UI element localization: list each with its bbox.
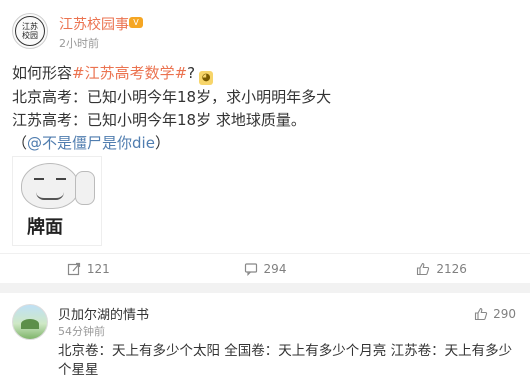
comment-icon [244, 262, 257, 276]
like-button[interactable]: 2126 [353, 254, 530, 283]
meme-thumbs-up-hand [75, 171, 95, 205]
weibo-post: 江苏 校园 江苏校园事 V 2小时前 如何形容#江苏高考数学#? ◕ 北京高考：已… [0, 0, 530, 283]
comment-like-button[interactable]: 290 [474, 307, 516, 321]
thumbs-up-icon [417, 262, 430, 275]
meme-image[interactable]: 牌面 [12, 156, 102, 246]
mention-link[interactable]: @不是僵尸是你die [27, 134, 155, 152]
author-avatar[interactable]: 江苏 校园 [12, 13, 48, 49]
post-text-line-2: 北京高考：已知小明今年18岁，求小明明年多大 [12, 88, 332, 106]
meme-mouth [36, 192, 64, 200]
commenter-name[interactable]: 贝加尔湖的情书 [58, 304, 149, 323]
meme-face [21, 163, 79, 209]
meme-right-eye [56, 178, 66, 184]
post-text-line-1: 如何形容#江苏高考数学#? ◕ [12, 62, 214, 85]
repost-icon [67, 262, 80, 275]
section-divider [0, 283, 530, 293]
avatar-seal: 江苏 校园 [15, 16, 45, 46]
meme-left-eye [34, 178, 44, 184]
doge-emoji-icon: ◕ [199, 71, 214, 85]
vip-badge-icon: V [129, 17, 143, 28]
comment-button[interactable]: 294 [177, 254, 354, 283]
commenter-avatar[interactable] [12, 304, 48, 340]
meme-caption: 牌面 [27, 217, 63, 238]
thumbs-up-icon [475, 307, 488, 321]
post-text-line-4: （@不是僵尸是你die） [12, 134, 170, 152]
comment-item: 贝加尔湖的情书 54分钟前 290 北京卷：天上有多少个太阳 全国卷：天上有多少… [0, 293, 530, 392]
repost-button[interactable]: 121 [0, 254, 177, 283]
comment-text: 北京卷：天上有多少个太阳 全国卷：天上有多少个月亮 江苏卷：天上有多少个星星 [58, 343, 513, 378]
post-text-line-3: 江苏高考：已知小明今年18岁 求地球质量。 [12, 111, 306, 129]
author-name[interactable]: 江苏校园事 [59, 14, 129, 34]
post-action-bar: 121 294 2126 [0, 253, 530, 283]
hashtag-link[interactable]: #江苏高考数学# [72, 64, 187, 82]
comment-time: 54分钟前 [58, 325, 105, 338]
post-time: 2小时前 [59, 37, 99, 50]
